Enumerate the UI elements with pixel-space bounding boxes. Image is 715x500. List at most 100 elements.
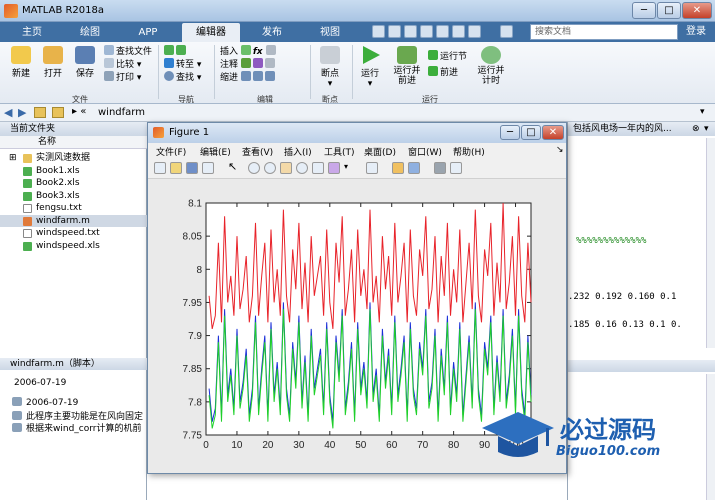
hide-plot-tools-icon[interactable]	[434, 162, 446, 174]
tab-home[interactable]: 主页	[8, 23, 56, 42]
list-item[interactable]: fengsu.txt	[0, 202, 147, 214]
link-plot-icon[interactable]	[366, 162, 378, 174]
rotate-3d-icon[interactable]	[296, 162, 308, 174]
list-item[interactable]: Book2.xls	[0, 177, 147, 189]
brush-dropdown-icon[interactable]: ▾	[344, 162, 356, 174]
run-section-button[interactable]: 运行节	[428, 50, 467, 63]
editor-close-icon[interactable]: ⊗	[692, 124, 700, 134]
forward-arrow-icon[interactable]: ▶	[18, 106, 26, 119]
save-button[interactable]: 保存	[70, 46, 100, 79]
pan-icon[interactable]	[280, 162, 292, 174]
figure-minimize-button[interactable]: ─	[500, 125, 520, 140]
save-figure-icon[interactable]	[186, 162, 198, 174]
figure-close-button[interactable]: ✕	[542, 125, 564, 140]
list-item[interactable]: windfarm.m	[0, 215, 147, 228]
advance-button[interactable]: 前进	[428, 66, 467, 79]
menu-window[interactable]: 窗口(W)	[408, 145, 442, 158]
menu-desktop[interactable]: 桌面(D)	[364, 145, 396, 158]
open-button[interactable]: 打开	[38, 46, 68, 79]
find-files-button[interactable]: 查找文件	[104, 45, 152, 58]
pointer-icon[interactable]: ↖	[228, 161, 240, 174]
copy-quick-icon[interactable]	[404, 25, 417, 38]
current-path[interactable]: windfarm	[98, 107, 145, 118]
indent-button[interactable]: 缩进	[220, 71, 278, 84]
figure-maximize-button[interactable]: □	[521, 125, 541, 140]
details-date: 2006-07-19	[14, 378, 67, 388]
menu-view[interactable]: 查看(V)	[242, 145, 273, 158]
address-bar: ◀ ▶ ▸ « windfarm ▾	[0, 104, 715, 122]
play-icon	[363, 46, 380, 64]
run-advance-button[interactable]: 运行并前进	[390, 46, 424, 86]
arrow-icon	[176, 45, 186, 55]
save-quick-icon[interactable]	[372, 25, 385, 38]
zoom-in-icon[interactable]	[248, 162, 260, 174]
list-item[interactable]: windspeed.xls	[0, 240, 147, 252]
comment-icon	[12, 411, 22, 420]
new-button[interactable]: 新建	[6, 46, 36, 79]
new-figure-icon[interactable]	[154, 162, 166, 174]
run-and-time-button[interactable]: 运行并计时	[474, 46, 508, 86]
undo-quick-icon[interactable]	[436, 25, 449, 38]
zoom-out-icon[interactable]	[264, 162, 276, 174]
print-button[interactable]: 打印 ▾	[104, 71, 152, 84]
switch-windows-icon[interactable]	[468, 25, 481, 38]
tab-view[interactable]: 视图	[306, 23, 354, 42]
paste-quick-icon[interactable]	[420, 25, 433, 38]
fx-icon[interactable]: fx	[253, 47, 263, 57]
close-button[interactable]: ✕	[682, 2, 712, 19]
path-dropdown-icon[interactable]: ▾	[700, 107, 705, 117]
compare-button[interactable]: 比较 ▾	[104, 58, 152, 71]
browse-folder-icon[interactable]	[52, 107, 64, 118]
tab-editor[interactable]: 编辑器	[182, 23, 240, 42]
editor-scrollbar[interactable]	[706, 138, 715, 348]
minimize-button[interactable]: ─	[632, 2, 656, 19]
dock-arrow-icon[interactable]: ↘	[556, 145, 564, 155]
list-item[interactable]: ⊞ 实测风速数据	[0, 152, 147, 164]
detail-line: 2006-07-19	[12, 397, 78, 408]
folder-icon	[23, 154, 32, 163]
login-button[interactable]: 登录	[681, 24, 711, 40]
insert-button[interactable]: 插入 fx	[220, 45, 278, 58]
x-tick-label: 80	[448, 440, 460, 451]
cut-quick-icon[interactable]	[388, 25, 401, 38]
menu-edit[interactable]: 编辑(E)	[200, 145, 231, 158]
y-tick-label: 8.05	[183, 232, 203, 243]
brush-icon[interactable]	[328, 162, 340, 174]
new-icon	[11, 46, 31, 64]
comment-button[interactable]: 注释	[220, 58, 278, 71]
menu-help[interactable]: 帮助(H)	[453, 145, 485, 158]
print-figure-icon[interactable]	[202, 162, 214, 174]
run-button[interactable]: 运行 ▾	[356, 46, 384, 89]
breakpoints-button[interactable]: 断点 ▾	[314, 46, 346, 89]
help-quick-icon[interactable]	[500, 25, 513, 38]
find-button[interactable]: 查找 ▾	[164, 71, 201, 84]
legend-icon[interactable]	[408, 162, 420, 174]
maximize-button[interactable]: □	[657, 2, 681, 19]
tab-apps[interactable]: APP	[124, 23, 172, 42]
wrap-comment-icon	[252, 58, 263, 68]
current-folder-panel: 当前文件夹 名称 ⊞ 实测风速数据 Book1.xls Book2.xls Boo…	[0, 122, 147, 500]
up-folder-icon[interactable]	[34, 107, 46, 118]
tab-publish[interactable]: 发布	[248, 23, 296, 42]
name-column-header[interactable]: 名称	[0, 136, 147, 149]
workspace-strip	[147, 474, 567, 500]
back-arrow-icon[interactable]: ◀	[4, 106, 12, 119]
colorbar-icon[interactable]	[392, 162, 404, 174]
search-documentation-input[interactable]: 搜索文档	[530, 24, 678, 40]
goto-button[interactable]: 转至 ▾	[164, 58, 201, 71]
list-item[interactable]: Book3.xls	[0, 190, 147, 202]
list-item[interactable]: windspeed.txt	[0, 227, 147, 239]
arrow-icon	[164, 45, 174, 55]
expand-icon[interactable]: ⊞	[9, 152, 17, 164]
menu-file[interactable]: 文件(F)	[156, 145, 186, 158]
redo-quick-icon[interactable]	[452, 25, 465, 38]
editor-menu-icon[interactable]: ▾	[704, 124, 709, 134]
list-item[interactable]: Book1.xls	[0, 165, 147, 177]
tab-plots[interactable]: 绘图	[66, 23, 114, 42]
open-file-icon[interactable]	[170, 162, 182, 174]
menu-tools[interactable]: 工具(T)	[324, 145, 355, 158]
menu-insert[interactable]: 插入(I)	[284, 145, 312, 158]
nav-arrows[interactable]	[164, 45, 201, 58]
show-plot-tools-icon[interactable]	[450, 162, 462, 174]
data-cursor-icon[interactable]	[312, 162, 324, 174]
